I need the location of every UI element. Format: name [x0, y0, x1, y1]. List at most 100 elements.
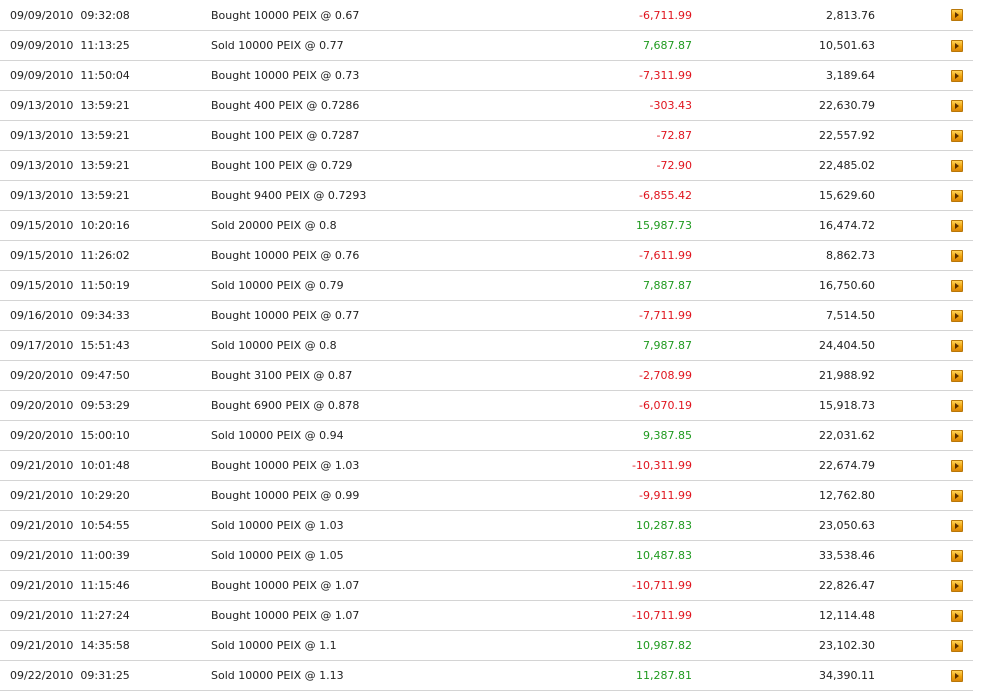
- transaction-amount: -6,070.19: [639, 399, 692, 412]
- table-row: 09/21/2010 14:35:58 Sold 10000 PEIX @ 1.1…: [0, 631, 973, 661]
- transaction-datetime: 09/09/2010 11:13:25: [10, 31, 195, 60]
- transaction-description: Sold 10000 PEIX @ 1.13: [211, 669, 344, 682]
- transaction-amount: 10,987.82: [636, 639, 692, 652]
- transaction-datetime: 09/21/2010 11:15:46: [10, 571, 195, 600]
- account-balance: 10,501.63: [819, 39, 875, 52]
- transaction-description: Bought 10000 PEIX @ 0.67: [211, 8, 360, 22]
- account-balance: 23,102.30: [819, 639, 875, 652]
- transaction-date: 09/15/2010: [10, 219, 74, 232]
- transaction-description: Sold 10000 PEIX @ 0.77: [211, 39, 344, 52]
- transaction-datetime: 09/21/2010 10:29:20: [10, 481, 195, 510]
- table-row: 09/21/2010 11:27:24 Bought 10000 PEIX @ 1…: [0, 601, 973, 631]
- play-arrow-icon[interactable]: [951, 489, 963, 502]
- account-balance: 22,826.47: [819, 579, 875, 592]
- row-action-cell: [950, 241, 964, 270]
- transaction-date: 09/22/2010: [10, 669, 74, 682]
- account-balance: 22,485.02: [819, 159, 875, 172]
- account-balance: 23,050.63: [819, 519, 875, 532]
- table-row: 09/17/2010 15:51:43 Sold 10000 PEIX @ 0.8…: [0, 331, 973, 361]
- play-arrow-icon[interactable]: [951, 369, 963, 382]
- play-arrow-icon[interactable]: [951, 129, 963, 142]
- table-row: 09/15/2010 11:26:02 Bought 10000 PEIX @ 0…: [0, 241, 973, 271]
- transaction-description: Bought 10000 PEIX @ 1.07: [211, 609, 360, 622]
- play-arrow-icon[interactable]: [951, 639, 963, 652]
- transaction-date: 09/13/2010: [10, 129, 74, 142]
- play-arrow-icon[interactable]: [951, 549, 963, 562]
- table-row: 09/09/2010 11:50:04 Bought 10000 PEIX @ 0…: [0, 61, 973, 91]
- play-arrow-icon[interactable]: [951, 69, 963, 82]
- transaction-date: 09/13/2010: [10, 99, 74, 112]
- play-arrow-icon[interactable]: [951, 99, 963, 112]
- account-balance: 15,629.60: [819, 189, 875, 202]
- transaction-history-table: 09/09/2010 09:32:08 Bought 10000 PEIX @ 0…: [0, 0, 973, 691]
- play-arrow-icon[interactable]: [951, 219, 963, 232]
- play-arrow-icon[interactable]: [951, 429, 963, 442]
- transaction-date: 09/09/2010: [10, 8, 74, 22]
- row-action-cell: [950, 541, 964, 570]
- table-row: 09/13/2010 13:59:21 Bought 100 PEIX @ 0.7…: [0, 151, 973, 181]
- transaction-date: 09/21/2010: [10, 519, 74, 532]
- row-action-cell: [950, 151, 964, 180]
- account-balance: 7,514.50: [826, 309, 875, 322]
- transaction-description: Bought 100 PEIX @ 0.7287: [211, 129, 360, 142]
- transaction-datetime: 09/15/2010 11:26:02: [10, 241, 195, 270]
- table-row: 09/21/2010 11:15:46 Bought 10000 PEIX @ 1…: [0, 571, 973, 601]
- account-balance: 16,474.72: [819, 219, 875, 232]
- transaction-date: 09/21/2010: [10, 639, 74, 652]
- transaction-datetime: 09/20/2010 15:00:10: [10, 421, 195, 450]
- play-arrow-icon[interactable]: [951, 339, 963, 352]
- transaction-time: 09:53:29: [80, 399, 130, 412]
- transaction-amount: -7,711.99: [639, 309, 692, 322]
- row-action-cell: [950, 451, 964, 480]
- play-arrow-icon[interactable]: [951, 579, 963, 592]
- transaction-description: Sold 10000 PEIX @ 1.05: [211, 549, 344, 562]
- transaction-time: 11:50:19: [80, 279, 130, 292]
- transaction-datetime: 09/09/2010 11:50:04: [10, 61, 195, 90]
- play-arrow-icon[interactable]: [951, 159, 963, 172]
- transaction-date: 09/21/2010: [10, 579, 74, 592]
- transaction-description: Bought 10000 PEIX @ 0.76: [211, 249, 360, 262]
- play-arrow-icon[interactable]: [951, 39, 963, 52]
- account-balance: 22,630.79: [819, 99, 875, 112]
- table-row: 09/20/2010 15:00:10 Sold 10000 PEIX @ 0.9…: [0, 421, 973, 451]
- play-arrow-icon[interactable]: [951, 609, 963, 622]
- play-arrow-icon[interactable]: [951, 9, 963, 21]
- transaction-time: 10:20:16: [80, 219, 130, 232]
- transaction-time: 09:34:33: [80, 309, 130, 322]
- account-balance: 8,862.73: [826, 249, 875, 262]
- table-row: 09/20/2010 09:47:50 Bought 3100 PEIX @ 0.…: [0, 361, 973, 391]
- transaction-amount: 7,887.87: [643, 279, 692, 292]
- transaction-datetime: 09/21/2010 11:27:24: [10, 601, 195, 630]
- row-action-cell: [950, 181, 964, 210]
- row-action-cell: [950, 631, 964, 660]
- transaction-time: 11:50:04: [80, 69, 130, 82]
- transaction-date: 09/21/2010: [10, 549, 74, 562]
- transaction-time: 09:32:08: [80, 8, 130, 22]
- transaction-date: 09/09/2010: [10, 69, 74, 82]
- play-arrow-icon[interactable]: [951, 459, 963, 472]
- play-arrow-icon[interactable]: [951, 189, 963, 202]
- row-action-cell: [950, 391, 964, 420]
- table-row: 09/15/2010 10:20:16 Sold 20000 PEIX @ 0.8…: [0, 211, 973, 241]
- play-arrow-icon[interactable]: [951, 279, 963, 292]
- transaction-date: 09/21/2010: [10, 609, 74, 622]
- table-row: 09/22/2010 09:31:25 Sold 10000 PEIX @ 1.1…: [0, 661, 973, 691]
- play-arrow-icon[interactable]: [951, 399, 963, 412]
- play-arrow-icon[interactable]: [951, 669, 963, 682]
- row-action-cell: [950, 481, 964, 510]
- transaction-amount: -7,311.99: [639, 69, 692, 82]
- transaction-datetime: 09/21/2010 14:35:58: [10, 631, 195, 660]
- play-arrow-icon[interactable]: [951, 309, 963, 322]
- transaction-amount: -9,911.99: [639, 489, 692, 502]
- transaction-time: 09:31:25: [80, 669, 130, 682]
- play-arrow-icon[interactable]: [951, 249, 963, 262]
- transaction-time: 10:01:48: [80, 459, 130, 472]
- account-balance: 12,762.80: [819, 489, 875, 502]
- transaction-description: Sold 20000 PEIX @ 0.8: [211, 219, 337, 232]
- play-arrow-icon[interactable]: [951, 519, 963, 532]
- table-row: 09/15/2010 11:50:19 Sold 10000 PEIX @ 0.7…: [0, 271, 973, 301]
- transaction-description: Bought 10000 PEIX @ 1.07: [211, 579, 360, 592]
- transaction-time: 13:59:21: [80, 129, 130, 142]
- account-balance: 12,114.48: [819, 609, 875, 622]
- transaction-amount: 10,487.83: [636, 549, 692, 562]
